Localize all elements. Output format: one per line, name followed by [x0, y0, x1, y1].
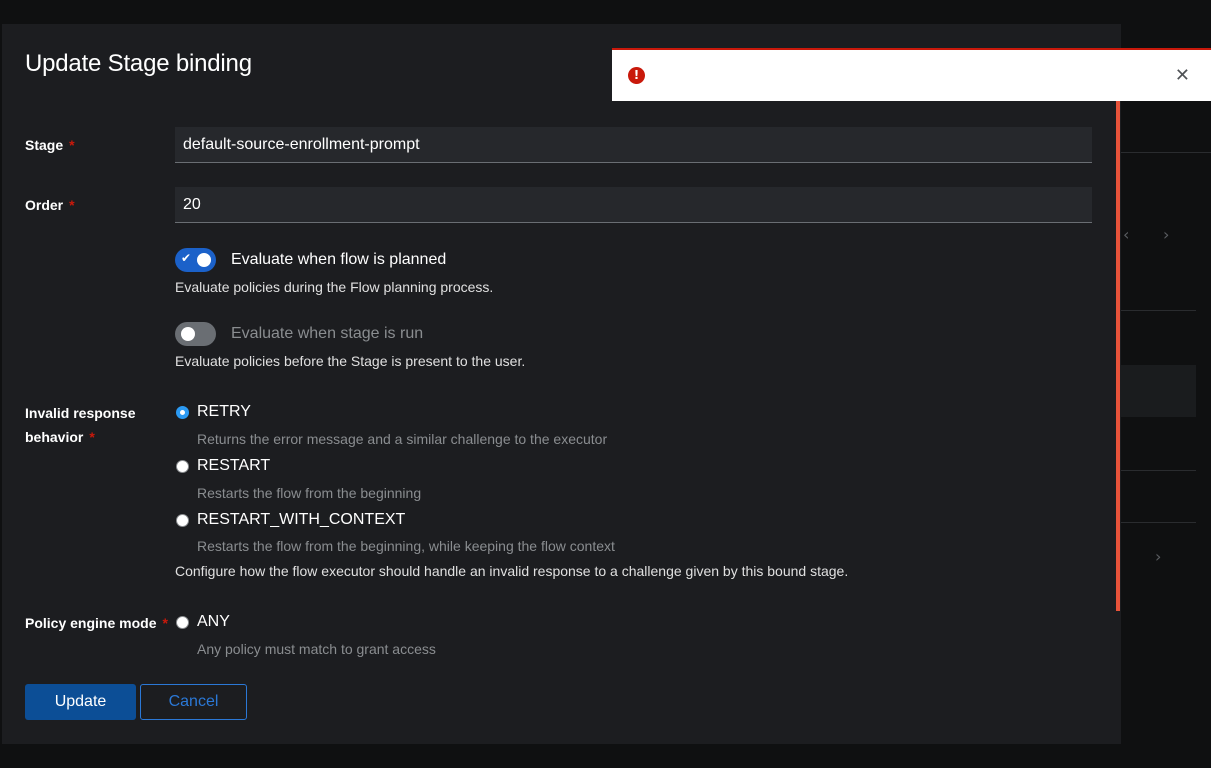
invalid-response-label-line2: behavior: [25, 429, 84, 445]
order-label: Order *: [25, 193, 75, 217]
required-marker: *: [69, 137, 75, 153]
check-icon: ✔: [181, 251, 192, 265]
background-chevron-right-icon: ›: [1163, 225, 1170, 244]
alert-accent-bar: [1116, 101, 1120, 611]
radio-any[interactable]: [176, 616, 189, 629]
radio-restart-with-context[interactable]: [176, 514, 189, 527]
stage-label-text: Stage: [25, 137, 64, 153]
radio-retry-label[interactable]: RETRY: [197, 402, 251, 422]
policy-engine-mode-label-text: Policy engine mode: [25, 615, 157, 631]
switch-knob: [181, 327, 195, 341]
radio-any-label[interactable]: ANY: [197, 612, 230, 632]
invalid-response-label-line1: Invalid response: [25, 405, 136, 421]
radio-restart-with-context-label[interactable]: RESTART_WITH_CONTEXT: [197, 510, 405, 530]
required-marker: *: [162, 615, 168, 631]
radio-restart-label[interactable]: RESTART: [197, 456, 270, 476]
close-icon[interactable]: ✕: [1175, 65, 1190, 86]
background-divider: [1121, 310, 1196, 311]
order-input[interactable]: [175, 187, 1092, 223]
radio-retry[interactable]: [176, 406, 189, 419]
error-circle-icon: !: [628, 67, 645, 84]
background-divider: [1121, 470, 1196, 471]
invalid-response-label-second-line: behavior *: [25, 425, 95, 449]
evaluate-on-run-label[interactable]: Evaluate when stage is run: [231, 322, 423, 346]
radio-restart[interactable]: [176, 460, 189, 473]
radio-retry-desc: Returns the error message and a similar …: [197, 431, 608, 447]
update-stage-binding-modal: Update Stage binding Stage * Order * ✔ Eva…: [2, 24, 1121, 744]
background-chevron-left-icon: ‹: [1123, 225, 1130, 244]
cancel-button[interactable]: Cancel: [140, 684, 247, 720]
invalid-response-helper: Configure how the flow executor should h…: [175, 563, 849, 579]
stage-select[interactable]: [175, 127, 1092, 163]
evaluate-on-run-switch[interactable]: [175, 322, 216, 346]
required-marker: *: [89, 429, 95, 445]
switch-knob: [197, 253, 211, 267]
background-chevron-right-icon: ›: [1155, 547, 1162, 566]
stage-label: Stage *: [25, 133, 75, 157]
modal-title: Update Stage binding: [25, 50, 252, 77]
policy-engine-mode-label: Policy engine mode *: [25, 611, 168, 635]
evaluate-on-plan-helper: Evaluate policies during the Flow planni…: [175, 279, 494, 295]
background-row: [1121, 365, 1196, 417]
background-divider: [1121, 522, 1196, 523]
update-button[interactable]: Update: [25, 684, 136, 720]
radio-restart-desc: Restarts the flow from the beginning: [197, 485, 422, 501]
order-label-text: Order: [25, 197, 64, 213]
radio-restart-with-context-desc: Restarts the flow from the beginning, wh…: [197, 538, 615, 554]
evaluate-on-plan-label[interactable]: Evaluate when flow is planned: [231, 248, 446, 272]
radio-any-desc: Any policy must match to grant access: [197, 641, 436, 657]
invalid-response-label: Invalid response: [25, 401, 135, 425]
error-alert: ! ✕: [612, 48, 1211, 101]
evaluate-on-run-helper: Evaluate policies before the Stage is pr…: [175, 353, 526, 369]
required-marker: *: [69, 197, 75, 213]
evaluate-on-plan-switch[interactable]: ✔: [175, 248, 216, 272]
background-divider: [1121, 152, 1211, 153]
